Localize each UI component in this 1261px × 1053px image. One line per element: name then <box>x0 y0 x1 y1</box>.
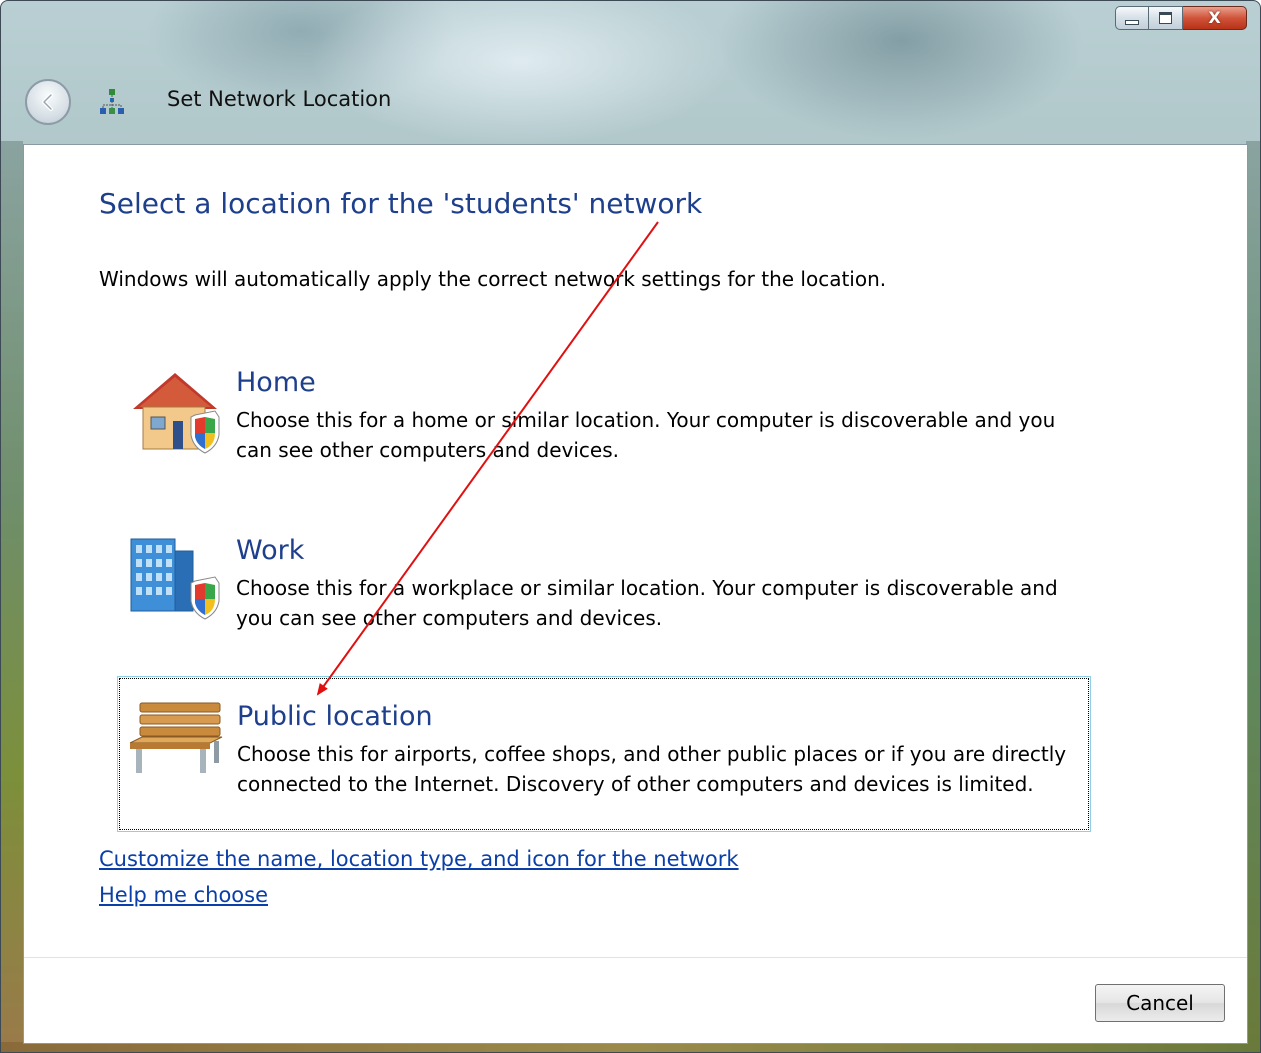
park-bench-icon <box>129 702 223 773</box>
house-shield-icon <box>133 373 220 454</box>
office-building-shield-icon <box>130 538 220 620</box>
option-home-description: Choose this for a home or similar locati… <box>236 408 1056 462</box>
page-heading: Select a location for the 'students' net… <box>99 187 703 220</box>
back-button[interactable] <box>25 79 71 125</box>
minimize-button[interactable] <box>1115 6 1149 30</box>
option-work-title: Work <box>236 535 305 566</box>
option-home[interactable]: Home Choose this for a home or similar l… <box>119 357 1089 477</box>
minimize-icon <box>1125 19 1139 25</box>
option-public-description: Choose this for airports, coffee shops, … <box>237 742 1067 796</box>
glass-frame-left <box>1 141 23 1052</box>
dialog-content: Select a location for the 'students' net… <box>23 144 1248 1044</box>
option-work-description: Choose this for a workplace or similar l… <box>236 576 1058 630</box>
close-button[interactable]: X <box>1183 6 1247 30</box>
customize-network-link[interactable]: Customize the name, location type, and i… <box>99 847 739 871</box>
dialog-window: X Set Network Location Select a location… <box>0 0 1261 1053</box>
maximize-button[interactable] <box>1149 6 1183 30</box>
cancel-button[interactable]: Cancel <box>1095 984 1225 1022</box>
option-public-location[interactable]: Public location Choose this for airports… <box>117 676 1091 832</box>
caption-buttons: X <box>1115 6 1247 30</box>
help-me-choose-link[interactable]: Help me choose <box>99 883 268 907</box>
option-home-title: Home <box>236 367 316 398</box>
glass-frame-right <box>1246 141 1260 1052</box>
option-work[interactable]: Work Choose this for a workplace or simi… <box>119 525 1089 645</box>
footer-divider <box>24 957 1247 958</box>
option-public-title: Public location <box>237 701 433 732</box>
page-description: Windows will automatically apply the cor… <box>99 267 887 291</box>
close-icon: X <box>1208 8 1221 27</box>
network-icon <box>100 89 124 114</box>
window-title: Set Network Location <box>167 87 392 111</box>
maximize-icon <box>1159 12 1172 24</box>
back-arrow-icon <box>42 93 53 111</box>
